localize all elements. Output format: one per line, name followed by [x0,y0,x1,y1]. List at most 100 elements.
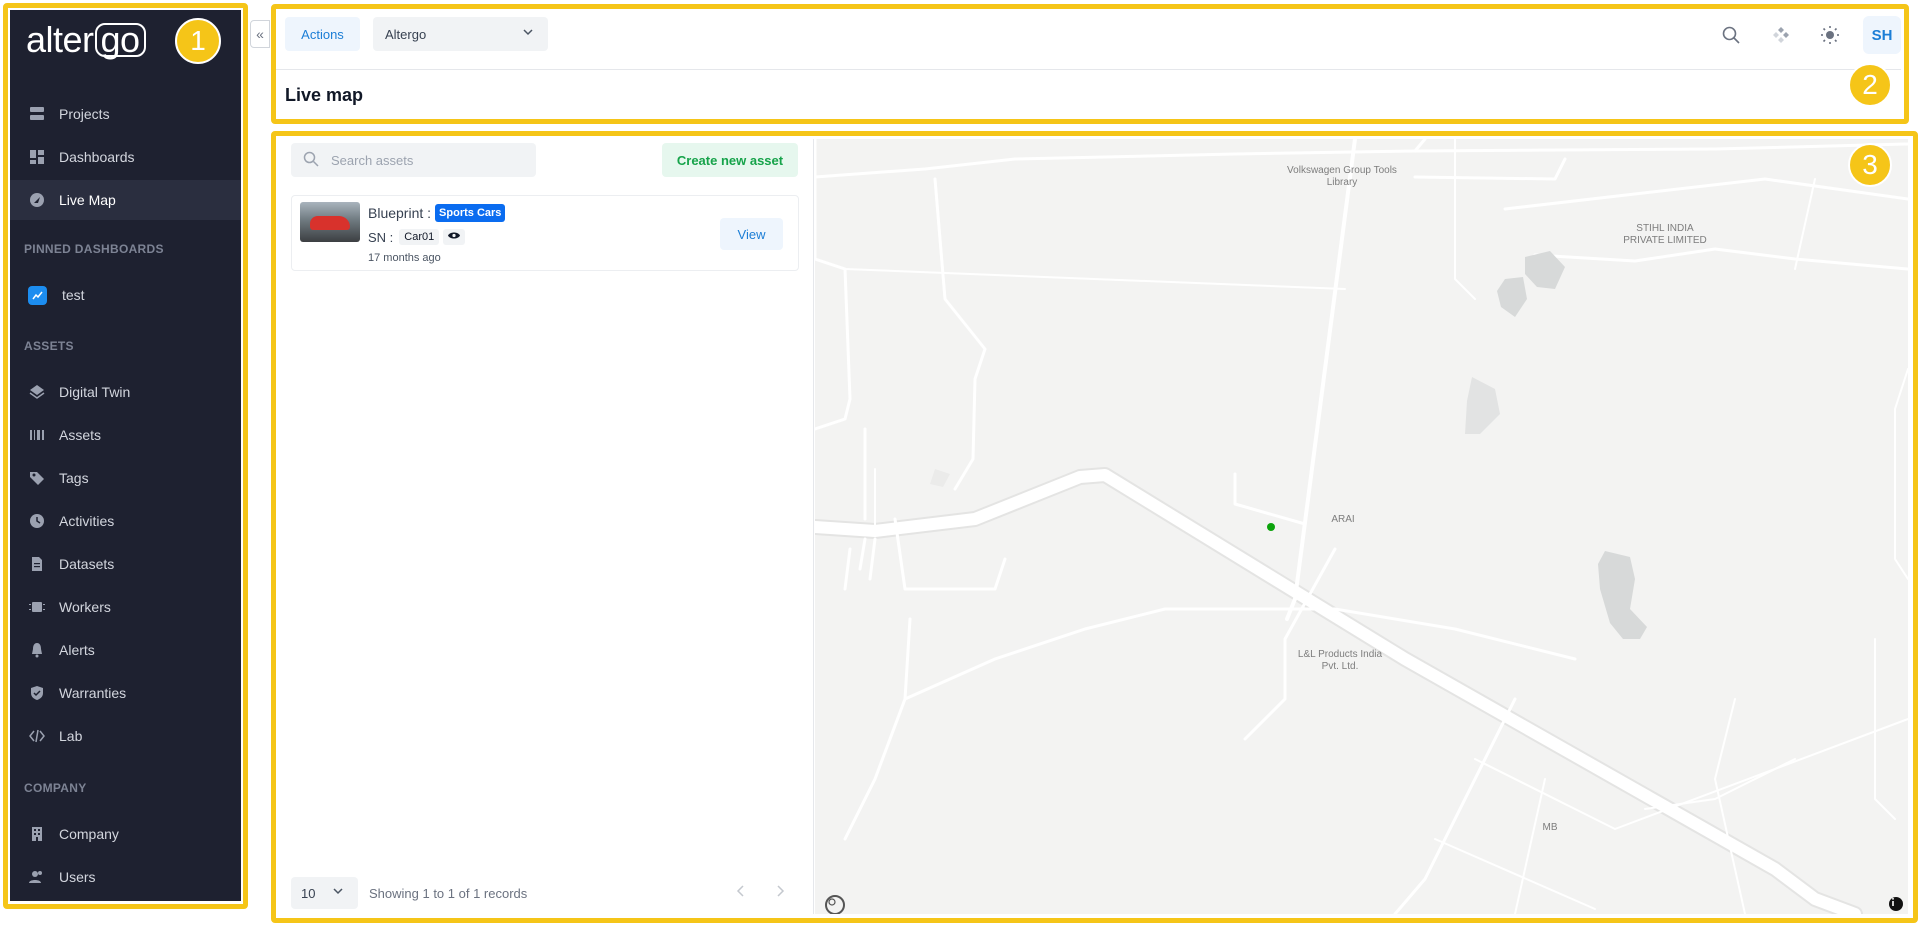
clock-icon [27,511,47,531]
sidebar-item-label: Lab [59,728,83,744]
sidebar-item-label: Digital Twin [59,384,131,400]
serial-number-value: Car01 [399,229,440,245]
sidebar-item-label: Assets [59,427,102,443]
sidebar-item-label: Dashboards [59,149,135,165]
pagination-summary: Showing 1 to 1 of 1 records [369,886,528,901]
map-label-stihl: STIHL INDIA PRIVATE LIMITED [1623,223,1707,246]
actions-button[interactable]: Actions [285,17,360,51]
sidebar-item-workers[interactable]: Workers [10,587,241,627]
user-avatar[interactable]: SH [1863,16,1901,54]
assets-heading: ASSETS [24,339,74,353]
eye-icon[interactable] [443,229,466,245]
file-icon [27,554,47,574]
sidebar-item-label: Datasets [59,556,115,572]
integrations-icon[interactable] [1767,21,1795,49]
map-roads [815,139,1908,914]
search-icon [303,151,319,170]
view-asset-button[interactable]: View [720,218,783,250]
live-map[interactable]: Volkswagen Group Tools Library STIHL IND… [815,139,1908,914]
collapse-sidebar-button[interactable]: « [250,20,270,48]
car-image [310,216,350,230]
pagination: 10 Showing 1 to 1 of 1 records [283,877,814,911]
asset-list-panel: Create new asset Blueprint : Sports Cars… [283,139,814,914]
sidebar-item-alerts[interactable]: Alerts [10,630,241,670]
nav-assets: Digital Twin Assets Tags Activities Data… [10,372,241,756]
sidebar-item-label: Users [59,869,96,885]
pinned-dashboards-heading: PINNED DASHBOARDS [24,242,164,256]
sidebar-item-lab[interactable]: Lab [10,716,241,756]
theme-toggle-icon[interactable] [1816,21,1844,49]
search-assets-input[interactable] [331,152,521,168]
map-label-volkswagen: Volkswagen Group Tools Library [1287,165,1397,188]
asset-location-marker[interactable] [1267,523,1275,531]
map-provider-logo-icon[interactable] [825,895,845,914]
updated-time: 17 months ago [368,252,441,264]
sidebar-item-test[interactable]: test [10,275,241,315]
map-info-icon[interactable] [1889,897,1903,911]
create-new-asset-button[interactable]: Create new asset [662,143,798,177]
annotation-badge-2: 2 [1848,63,1892,107]
serial-number-row: SN : Car01 [368,229,466,245]
projects-icon [27,104,47,124]
annotation-badge-3: 3 [1848,143,1892,187]
previous-page-icon[interactable] [736,884,746,901]
map-label-mb: MB [1542,822,1558,833]
sidebar-item-label: Live Map [59,192,116,208]
organization-select-value: Altergo [385,26,427,42]
map-label-arai: ARAI [1331,514,1355,525]
bell-icon [27,640,47,660]
sidebar-item-warranties[interactable]: Warranties [10,673,241,713]
blueprint-badge[interactable]: Sports Cars [435,204,506,222]
top-header: Actions Altergo SH Live map [273,5,1913,123]
search-icon[interactable] [1717,21,1745,49]
sidebar-item-tags[interactable]: Tags [10,458,241,498]
search-assets-field[interactable] [291,143,536,177]
tag-icon [27,468,47,488]
sidebar-item-label: Tags [59,470,89,486]
asset-thumbnail [300,202,360,242]
sidebar-item-label: Alerts [59,642,95,658]
shield-icon [27,683,47,703]
sidebar-item-label: Workers [59,599,111,615]
building-icon [27,824,47,844]
asset-list-item[interactable]: Blueprint : Sports Cars SN : Car01 17 mo… [291,195,799,271]
sidebar-item-activities[interactable]: Activities [10,501,241,541]
sidebar-item-label: Activities [59,513,115,529]
company-heading: COMPANY [24,781,87,795]
chevron-down-icon [522,26,534,41]
next-page-icon[interactable] [775,884,785,901]
nav-company: Company Users [10,814,241,897]
sidebar-item-assets[interactable]: Assets [10,415,241,455]
code-icon [27,726,47,746]
layers-icon [27,382,47,402]
header-divider [273,69,1901,70]
sidebar-item-datasets[interactable]: Datasets [10,544,241,584]
sidebar-item-company[interactable]: Company [10,814,241,854]
chart-icon [27,285,47,305]
per-page-select[interactable]: 10 [291,877,358,909]
logo-text: alter [26,19,94,60]
nav-main: Projects Dashboards Live Map [10,94,241,220]
sidebar-item-live-map[interactable]: Live Map [10,180,241,220]
organization-select[interactable]: Altergo [373,17,548,51]
map-label-ll-products: L&L Products India Pvt. Ltd. [1297,649,1383,672]
page-title: Live map [285,85,364,105]
sn-label: SN : [368,229,394,245]
logo-boxed-text: go [94,22,146,58]
altergo-logo[interactable]: alter go [26,19,146,60]
sidebar-item-digital-twin[interactable]: Digital Twin [10,372,241,412]
dashboards-icon [27,147,47,167]
sidebar-item-projects[interactable]: Projects [10,94,241,134]
users-icon [27,867,47,887]
nav-pinned: test [10,275,241,315]
sidebar-item-label: Projects [59,106,110,122]
sidebar-panel: alter go Projects Dashboards Live Map PI… [10,10,241,901]
sidebar-item-dashboards[interactable]: Dashboards [10,137,241,177]
blueprint-row: Blueprint : Sports Cars [368,204,506,222]
annotation-badge-1: 1 [175,18,221,64]
sidebar-item-users[interactable]: Users [10,857,241,897]
sidebar-item-label: test [62,287,85,303]
chevron-down-icon [332,885,344,900]
assets-icon [27,425,47,445]
sidebar: alter go Projects Dashboards Live Map PI… [0,0,265,929]
